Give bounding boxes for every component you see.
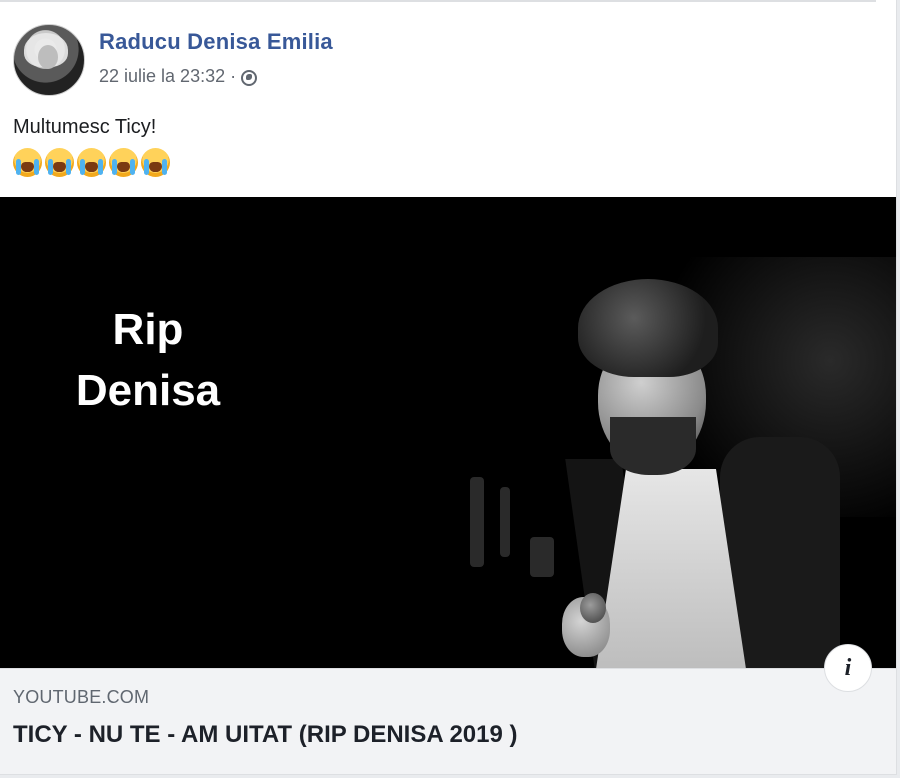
post-timestamp[interactable]: 22 iulie la 23:32 (99, 66, 225, 87)
post-meta: 22 iulie la 23:32 · (99, 66, 258, 87)
video-overlay-line: Denisa (75, 366, 221, 415)
background-light (470, 477, 484, 567)
avatar[interactable] (13, 24, 85, 96)
info-icon: i (844, 654, 852, 681)
video-overlay-line: Rip (112, 305, 184, 354)
author-name[interactable]: Raducu Denisa Emilia (99, 29, 333, 55)
person-beard (610, 417, 696, 475)
video-overlay-text: Rip Denisa (0, 299, 296, 421)
globe-icon[interactable] (241, 69, 258, 86)
divider (0, 0, 876, 2)
crying-face-icon (141, 148, 170, 177)
link-preview[interactable]: YOUTUBE.COM TICY - NU TE - AM UITAT (RIP… (0, 668, 896, 774)
video-thumbnail[interactable]: Rip Denisa (0, 197, 896, 668)
link-title[interactable]: TICY - NU TE - AM UITAT (RIP DENISA 2019… (13, 721, 518, 749)
background-light (530, 537, 554, 577)
avatar-face (38, 45, 58, 69)
meta-separator: · (230, 66, 237, 86)
crying-face-icon (77, 148, 106, 177)
person-hair (578, 279, 718, 377)
crying-face-icon (45, 148, 74, 177)
microphone (580, 593, 606, 623)
crying-face-icon (109, 148, 138, 177)
link-domain: YOUTUBE.COM (13, 687, 150, 707)
post-text: Multumesc Ticy! (13, 116, 157, 138)
facebook-post: Raducu Denisa Emilia 22 iulie la 23:32 ·… (0, 0, 897, 775)
crying-face-icon (13, 148, 42, 177)
background-light (500, 487, 510, 557)
singer-photo (430, 237, 896, 668)
emoji-row (13, 148, 170, 177)
info-button[interactable]: i (824, 644, 872, 692)
